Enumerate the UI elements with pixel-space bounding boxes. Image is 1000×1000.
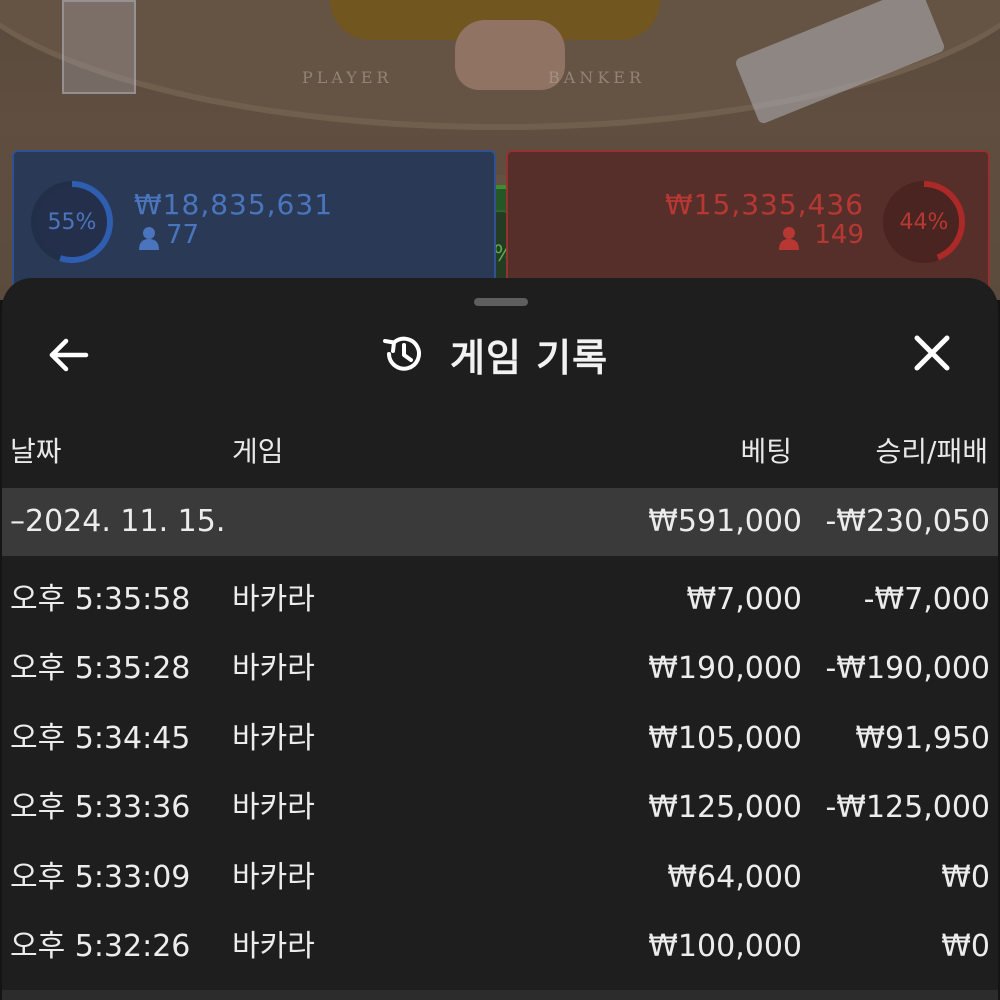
row-winloss: -₩190,000 [825, 651, 990, 686]
history-icon [383, 336, 421, 371]
row-time: 오후 5:34:45 [10, 721, 191, 756]
column-header-winloss: 승리/패배 [875, 435, 988, 468]
row-bet: ₩105,000 [648, 721, 802, 756]
row-time: 오후 5:33:36 [10, 790, 191, 825]
arrow-left-icon [49, 338, 89, 372]
row-game: 바카라 [232, 651, 315, 686]
table-row[interactable]: 오후 5:33:36 바카라 ₩125,000 -₩125,000 [2, 774, 998, 842]
row-winloss: ₩0 [941, 929, 990, 964]
column-header-game: 게임 [232, 435, 284, 468]
back-button[interactable] [42, 330, 98, 380]
sheet-title-group: 게임 기록 [380, 326, 608, 382]
row-game: 바카라 [232, 721, 315, 756]
column-header-date: 날짜 [10, 435, 62, 468]
date-group-bet: ₩591,000 [648, 504, 802, 539]
row-winloss: -₩7,000 [863, 582, 990, 617]
row-game: 바카라 [232, 790, 315, 825]
row-game: 바카라 [232, 582, 315, 617]
table-row[interactable]: 오후 5:33:09 바카라 ₩64,000 ₩0 [2, 844, 998, 912]
table-row[interactable]: 오후 5:34:45 바카라 ₩105,000 ₩91,950 [2, 705, 998, 773]
next-row-edge [2, 990, 998, 1000]
date-group-winloss: -₩230,050 [825, 504, 990, 539]
scene-overlay [0, 0, 1000, 300]
row-bet: ₩190,000 [648, 651, 802, 686]
sheet-header: 게임 기록 [2, 318, 998, 390]
row-time: 오후 5:32:26 [10, 929, 191, 964]
row-bet: ₩100,000 [648, 929, 802, 964]
column-header-bet: 베팅 [740, 435, 792, 468]
table-row[interactable]: 오후 5:35:58 바카라 ₩7,000 -₩7,000 [2, 566, 998, 634]
row-bet: ₩7,000 [686, 582, 802, 617]
row-winloss: -₩125,000 [825, 790, 990, 825]
row-game: 바카라 [232, 929, 315, 964]
row-winloss: ₩91,950 [855, 721, 990, 756]
row-bet: ₩125,000 [648, 790, 802, 825]
row-winloss: ₩0 [941, 860, 990, 895]
close-icon [914, 335, 950, 371]
sheet-drag-handle[interactable] [474, 298, 528, 306]
sheet-title: 게임 기록 [450, 335, 609, 380]
row-bet: ₩64,000 [667, 860, 802, 895]
close-button[interactable] [904, 330, 960, 380]
live-table-view: PLAYER BANKER 1% 55% ₩18,835,631 77 44% … [0, 0, 1000, 300]
table-row[interactable]: 오후 5:35:28 바카라 ₩190,000 -₩190,000 [2, 635, 998, 703]
date-group-row[interactable]: –2024. 11. 15. ₩591,000 -₩230,050 [2, 488, 998, 556]
app-screen: PLAYER BANKER 1% 55% ₩18,835,631 77 44% … [0, 0, 1000, 1000]
table-row[interactable]: 오후 5:32:26 바카라 ₩100,000 ₩0 [2, 913, 998, 981]
row-game: 바카라 [232, 860, 315, 895]
row-time: 오후 5:33:09 [10, 860, 191, 895]
row-time: 오후 5:35:28 [10, 651, 191, 686]
game-history-sheet: 게임 기록 날짜 게임 베팅 승리/패배 –2024. 11. 15. ₩591… [2, 278, 998, 1000]
date-group-label: –2024. 11. 15. [10, 504, 226, 539]
row-time: 오후 5:35:58 [10, 582, 191, 617]
